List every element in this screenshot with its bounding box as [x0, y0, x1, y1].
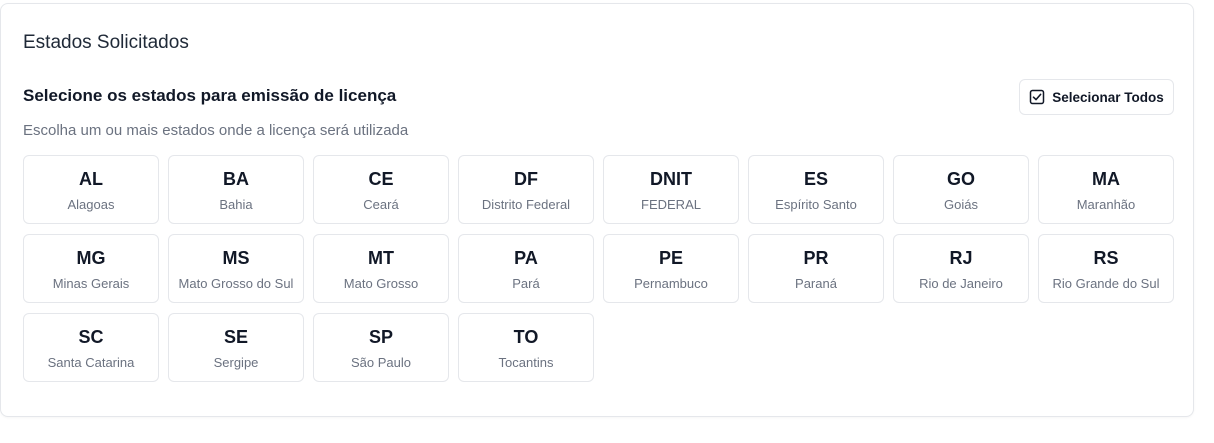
- state-option-sc[interactable]: SC Santa Catarina: [23, 313, 159, 382]
- states-card: Estados Solicitados Selecione os estados…: [0, 3, 1194, 417]
- state-code: MT: [368, 248, 394, 268]
- state-option-ce[interactable]: CE Ceará: [313, 155, 449, 224]
- state-code: MA: [1092, 169, 1120, 189]
- state-code: PA: [514, 248, 538, 268]
- state-name: Pará: [512, 276, 540, 291]
- state-name: Maranhão: [1076, 197, 1136, 212]
- section-subtitle: Escolha um ou mais estados onde a licenç…: [23, 122, 409, 139]
- checkbox-square-icon: [1029, 89, 1045, 105]
- state-code: ES: [803, 169, 828, 189]
- state-option-ms[interactable]: MS Mato Grosso do Sul: [168, 234, 304, 303]
- state-name: Paraná: [795, 276, 837, 291]
- state-name: São Paulo: [351, 355, 411, 370]
- state-code: DNIT: [650, 169, 692, 189]
- state-code: BA: [223, 169, 249, 189]
- state-option-sp[interactable]: SP São Paulo: [313, 313, 449, 382]
- state-code: RS: [1093, 248, 1119, 268]
- state-name: Ceará: [363, 197, 399, 212]
- state-name: Santa Catarina: [47, 355, 135, 370]
- select-all-button[interactable]: Selecionar Todos: [1019, 79, 1174, 115]
- state-name: Mato Grosso do Sul: [178, 276, 294, 291]
- state-code: RJ: [949, 248, 973, 268]
- state-code: SC: [78, 327, 104, 347]
- state-code: PE: [658, 248, 683, 268]
- state-option-es[interactable]: ES Espírito Santo: [748, 155, 884, 224]
- state-name: Espírito Santo: [775, 197, 857, 212]
- state-name: Alagoas: [67, 197, 115, 212]
- state-name: Rio Grande do Sul: [1052, 276, 1160, 291]
- state-option-rj[interactable]: RJ Rio de Janeiro: [893, 234, 1029, 303]
- state-code: SE: [223, 327, 248, 347]
- state-name: Bahia: [219, 197, 253, 212]
- state-option-dnit[interactable]: DNIT FEDERAL: [603, 155, 739, 224]
- state-code: GO: [946, 169, 975, 189]
- state-name: Minas Gerais: [52, 276, 130, 291]
- state-name: Tocantins: [498, 355, 554, 370]
- state-name: Goiás: [944, 197, 978, 212]
- state-name: Sergipe: [213, 355, 259, 370]
- state-name: Mato Grosso: [343, 276, 419, 291]
- state-option-rs[interactable]: RS Rio Grande do Sul: [1038, 234, 1174, 303]
- select-all-label: Selecionar Todos: [1052, 89, 1164, 105]
- state-option-se[interactable]: SE Sergipe: [168, 313, 304, 382]
- state-code: TO: [513, 327, 539, 347]
- state-option-pa[interactable]: PA Pará: [458, 234, 594, 303]
- state-name: Rio de Janeiro: [919, 276, 1003, 291]
- state-option-ba[interactable]: BA Bahia: [168, 155, 304, 224]
- state-name: FEDERAL: [641, 197, 701, 212]
- state-code: DF: [514, 169, 538, 189]
- section-title: Selecione os estados para emissão de lic…: [23, 86, 397, 105]
- state-option-mg[interactable]: MG Minas Gerais: [23, 234, 159, 303]
- state-code: CE: [368, 169, 394, 189]
- state-option-to[interactable]: TO Tocantins: [458, 313, 594, 382]
- state-option-go[interactable]: GO Goiás: [893, 155, 1029, 224]
- state-option-pr[interactable]: PR Paraná: [748, 234, 884, 303]
- state-option-al[interactable]: AL Alagoas: [23, 155, 159, 224]
- card-title: Estados Solicitados: [23, 32, 189, 53]
- state-name: Pernambuco: [634, 276, 708, 291]
- state-code: SP: [368, 327, 393, 347]
- states-grid: AL Alagoas BA Bahia CE Ceará DF Distrito Federa…: [23, 155, 1174, 382]
- state-name: Distrito Federal: [481, 197, 571, 212]
- state-option-mt[interactable]: MT Mato Grosso: [313, 234, 449, 303]
- state-code: MG: [76, 248, 106, 268]
- state-option-df[interactable]: DF Distrito Federal: [458, 155, 594, 224]
- state-code: PR: [803, 248, 829, 268]
- state-code: AL: [79, 169, 103, 189]
- state-option-ma[interactable]: MA Maranhão: [1038, 155, 1174, 224]
- state-code: MS: [222, 248, 250, 268]
- state-option-pe[interactable]: PE Pernambuco: [603, 234, 739, 303]
